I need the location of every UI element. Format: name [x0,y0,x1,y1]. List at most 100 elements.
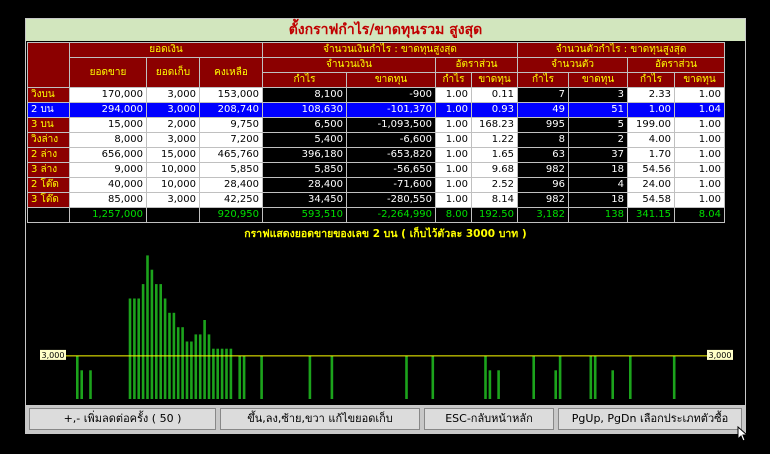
header-ratio: อัตราส่วน [435,57,518,73]
cell-loss: -71,600 [346,177,436,193]
chart-bar [89,370,92,399]
cell-r-loss: 2.52 [471,177,518,193]
cell-r-loss: 8.14 [471,192,518,208]
chart-bar [532,355,535,399]
chart-bar [146,255,149,399]
header-ratio-profit: กำไร [435,72,472,88]
cell-r-loss: 1.22 [471,132,518,148]
step-adjust-button[interactable]: +,- เพิ่มลดต่อครั้ง ( 50 ) [29,408,216,430]
cell-r-profit: 1.00 [435,132,472,148]
cell-collected[interactable]: 15,000 [146,147,200,163]
cell-collected[interactable]: 3,000 [146,87,200,103]
cell-cr-profit: 24.00 [627,177,675,193]
header-count-profit: กำไร [517,72,569,88]
cell-cr-loss: 1.04 [674,102,725,118]
cell-profit: 6,500 [262,117,347,133]
totals-row: 1,257,000 920,950 593,510 -2,264,990 8.00 192… [27,207,725,223]
table-row[interactable]: 3 โต๊ด 85,000 3,000 42,250 34,450 -280,550 1.0… [27,192,725,208]
cell-c-profit: 96 [517,177,569,193]
cell-profit: 108,630 [262,102,347,118]
chart-bar [185,341,189,399]
cell-collected[interactable]: 3,000 [146,132,200,148]
cell-cr-profit: 54.56 [627,162,675,178]
chart-bar [190,341,193,399]
cell-loss: -900 [346,87,436,103]
chart-bar [629,355,632,399]
table-row[interactable]: วิ่งล่าง 8,000 3,000 7,200 5,400 -6,600 1.00 1.… [27,132,725,148]
row-label: 3 โต๊ด [27,192,70,208]
chart-bar [488,370,492,399]
row-label: 3 ล่าง [27,162,70,178]
cell-sales: 170,000 [69,87,147,103]
header-cratio-loss: ขาดทุน [674,72,725,88]
row-label: 2 โต๊ด [27,177,70,193]
chart-bar [484,355,487,399]
cell-c-loss: 2 [568,132,628,148]
row-label: 2 บน [27,102,70,118]
header-amount: จำนวนเงิน [262,57,436,73]
header-money: ยอดเงิน [69,42,263,58]
chart-bar [128,298,132,399]
cell-cr-profit: 199.00 [627,117,675,133]
table-row[interactable]: 3 บน 15,000 2,000 9,750 6,500 -1,093,500 1.00 1… [27,117,725,133]
cell-profit: 396,180 [262,147,347,163]
cell-remaining: 5,850 [199,162,263,178]
cell-r-profit: 1.00 [435,177,472,193]
table-row[interactable]: วิ่งบน 170,000 3,000 153,000 8,100 -900 1.00 0.… [27,87,725,103]
cell-c-profit: 995 [517,117,569,133]
cell-collected[interactable]: 3,000 [146,102,200,118]
chart-bar [611,370,614,399]
total-remaining: 920,950 [199,207,263,223]
cell-collected[interactable]: 2,000 [146,117,200,133]
cell-r-loss: 168.23 [471,117,518,133]
cell-collected[interactable]: 3,000 [146,192,200,208]
cell-r-loss: 1.65 [471,147,518,163]
edit-collection-button[interactable]: ขึ้น,ลง,ซ้าย,ขวา แก้ไขยอดเก็บ [220,408,420,430]
chart-bar [238,355,241,399]
profit-loss-window: ตั้งกราฟกำไร/ขาดทุนรวม สูงสุด ยอดเงิน จำ… [25,18,746,434]
header-collected: ยอดเก็บ [146,57,200,88]
cell-cr-profit: 1.00 [627,102,675,118]
chart-bar [558,355,562,399]
cell-c-profit: 8 [517,132,569,148]
back-to-main-button[interactable]: ESC-กลับหน้าหลัก [424,408,554,430]
cell-r-profit: 1.00 [435,162,472,178]
cell-c-profit: 7 [517,87,569,103]
chart-bar [672,355,676,399]
cell-remaining: 208,740 [199,102,263,118]
total-cr-loss: 8.04 [674,207,725,223]
chart-bar [133,298,136,399]
cell-c-loss: 37 [568,147,628,163]
header-max-count: จำนวนตัวกำไร : ขาดทุนสูงสุด [517,42,725,58]
table-row[interactable]: 2 ล่าง 656,000 15,000 465,760 396,180 -653,82… [27,147,725,163]
cell-profit: 8,100 [262,87,347,103]
header-max-money: จำนวนเงินกำไร : ขาดทุนสูงสุด [262,42,518,58]
cell-c-profit: 982 [517,192,569,208]
chart-bar [150,269,154,399]
row-label: วิ่งบน [27,87,70,103]
cell-c-loss: 4 [568,177,628,193]
chart-bar [589,355,593,399]
cell-cr-profit: 54.58 [627,192,675,208]
table-row[interactable]: 3 ล่าง 9,000 10,000 5,850 5,850 -56,650 1.00 9.… [27,162,725,178]
total-c-loss: 138 [568,207,628,223]
cell-r-loss: 0.93 [471,102,518,118]
cell-r-profit: 1.00 [435,117,472,133]
cell-r-profit: 1.00 [435,87,472,103]
button-bar: +,- เพิ่มลดต่อครั้ง ( 50 ) ขึ้น,ลง,ซ้าย,… [26,405,745,433]
header-loss: ขาดทุน [346,72,436,88]
chart-bar [207,334,211,399]
table-row[interactable]: 2 โต๊ด 40,000 10,000 28,400 28,400 -71,600 1.0… [27,177,725,193]
header-cratio-profit: กำไร [627,72,675,88]
cell-sales: 40,000 [69,177,147,193]
chart-bar [431,355,435,399]
cell-collected[interactable]: 10,000 [146,162,200,178]
cell-collected[interactable]: 10,000 [146,177,200,193]
select-type-button[interactable]: PgUp, PgDn เลือกประเภทตัวซื้อ [558,408,742,430]
cell-c-loss: 3 [568,87,628,103]
cell-profit: 5,400 [262,132,347,148]
table-row[interactable]: 2 บน 294,000 3,000 208,740 108,630 -101,370 1.… [27,102,725,118]
cell-loss: -6,600 [346,132,436,148]
cell-r-profit: 1.00 [435,102,472,118]
total-collected [146,207,200,223]
